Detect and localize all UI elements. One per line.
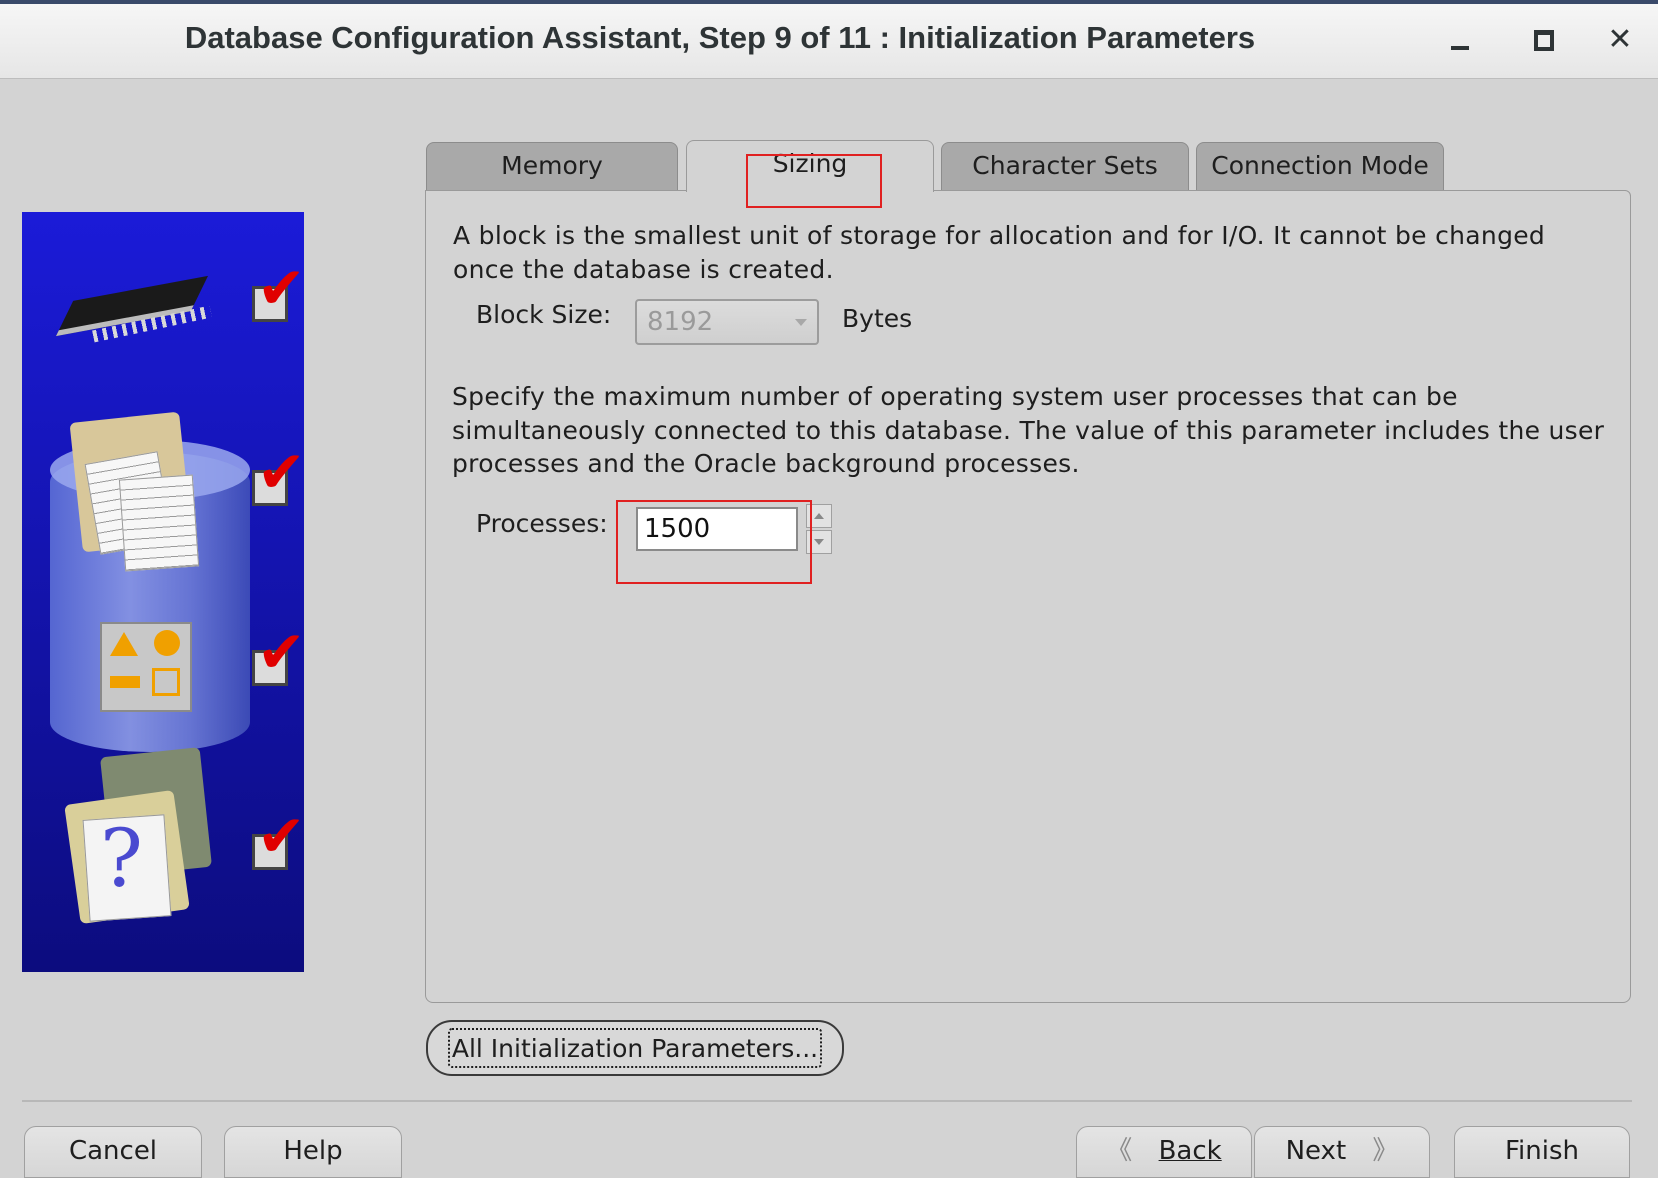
back-button[interactable]: 《 Back: [1076, 1126, 1252, 1178]
tab-memory[interactable]: Memory: [426, 142, 678, 190]
window-title: Database Configuration Assistant, Step 9…: [184, 20, 1256, 55]
checkmark-icon: ✔: [257, 802, 306, 870]
chevron-left-icon: 《: [1106, 1136, 1133, 1166]
cancel-label: Cancel: [68, 1136, 158, 1166]
tab-label: Character Sets: [972, 151, 1158, 180]
maximize-button[interactable]: [1522, 18, 1566, 62]
checkmark-icon: ✔: [257, 254, 306, 322]
dropdown-arrow-icon: [795, 319, 807, 326]
step-complete-checkbox: ✔: [252, 259, 306, 322]
block-size-unit: Bytes: [842, 304, 913, 333]
tab-label: Memory: [501, 151, 603, 180]
arrow-down-icon: [814, 539, 824, 545]
step-complete-checkbox: ✔: [252, 443, 306, 506]
chevron-right-icon: 》: [1372, 1136, 1399, 1166]
all-initialization-parameters-label: All Initialization Parameters...: [448, 1028, 822, 1068]
close-button[interactable]: ✕: [1598, 18, 1642, 62]
help-label: Help: [283, 1136, 343, 1166]
back-label: Back: [1158, 1136, 1222, 1166]
tab-label: Connection Mode: [1211, 151, 1429, 180]
minimize-button[interactable]: [1438, 18, 1482, 62]
block-size-value: 8192: [647, 307, 714, 337]
block-size-label: Block Size:: [476, 300, 612, 329]
next-button[interactable]: Next 》: [1254, 1126, 1430, 1178]
processes-decrement-button[interactable]: [806, 530, 832, 554]
tab-character-sets[interactable]: Character Sets: [941, 142, 1189, 190]
tab-label: Sizing: [772, 149, 848, 178]
block-size-select: 8192: [635, 299, 819, 345]
cancel-button[interactable]: Cancel: [24, 1126, 202, 1178]
question-mark-icon: ?: [100, 812, 143, 905]
processes-input[interactable]: [636, 507, 798, 551]
footer-separator: [22, 1100, 1632, 1102]
processes-label: Processes:: [476, 509, 608, 538]
arrow-up-icon: [814, 513, 824, 519]
minimize-icon: [1451, 46, 1469, 50]
maximize-icon: [1534, 29, 1554, 51]
finish-button[interactable]: Finish: [1454, 1126, 1630, 1178]
all-initialization-parameters-button[interactable]: All Initialization Parameters...: [426, 1020, 844, 1076]
tab-connection-mode[interactable]: Connection Mode: [1196, 142, 1444, 190]
block-size-description: A block is the smallest unit of storage …: [453, 221, 1546, 284]
tab-sizing[interactable]: Sizing: [686, 140, 934, 192]
next-label: Next: [1285, 1136, 1347, 1166]
processes-description: Specify the maximum number of operating …: [452, 382, 1605, 478]
shapes-icon: [100, 622, 192, 712]
checkmark-icon: ✔: [257, 438, 306, 506]
processes-increment-button[interactable]: [806, 504, 832, 528]
document-icon: [118, 474, 200, 572]
step-complete-checkbox: ✔: [252, 623, 306, 686]
checkmark-icon: ✔: [257, 618, 306, 686]
close-icon: ✕: [1607, 22, 1633, 57]
step-complete-checkbox: ✔: [252, 807, 306, 870]
wizard-illustration: ? ✔ ✔ ✔ ✔: [22, 212, 306, 972]
finish-label: Finish: [1504, 1136, 1579, 1166]
help-button[interactable]: Help: [224, 1126, 402, 1178]
title-bar[interactable]: Database Configuration Assistant, Step 9…: [0, 4, 1658, 79]
